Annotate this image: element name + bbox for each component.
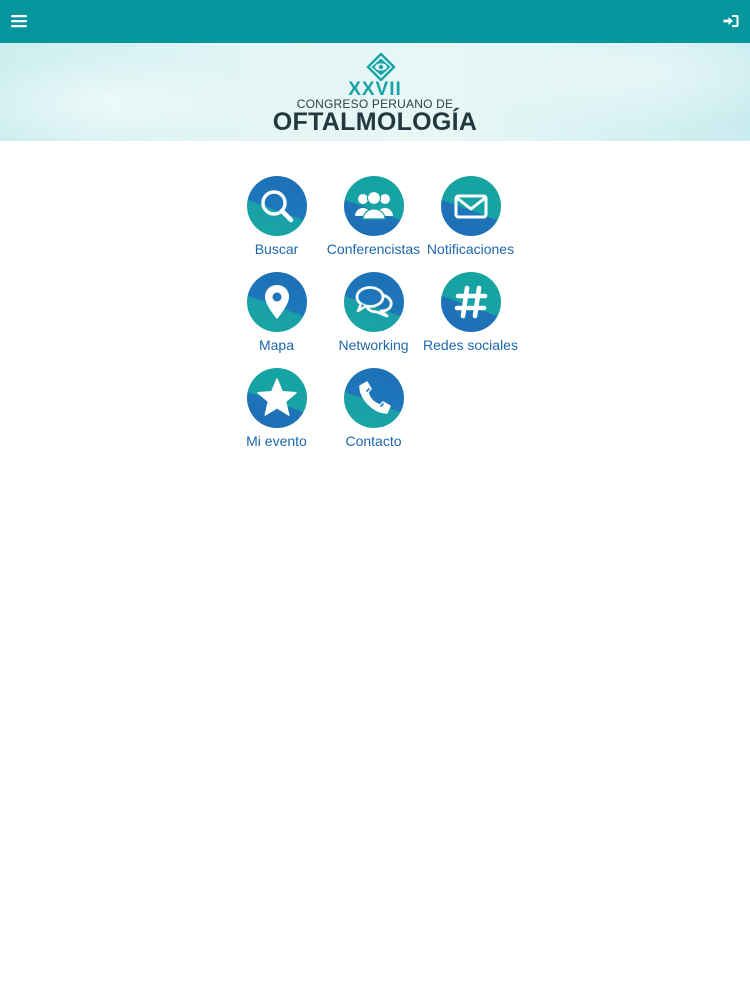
main-menu-grid: Buscar Conferencistas Notificaciones Map…	[228, 176, 523, 464]
menu-item-redes-sociales[interactable]: Redes sociales	[422, 272, 519, 368]
search-icon	[260, 190, 293, 223]
app-header	[0, 0, 750, 43]
menu-item-conferencistas[interactable]: Conferencistas	[325, 176, 422, 272]
buscar-circle	[246, 176, 307, 236]
menu-item-networking[interactable]: Networking	[325, 272, 422, 368]
menu-item-label: Notificaciones	[426, 241, 515, 257]
hamburger-menu-icon	[11, 15, 27, 28]
contacto-circle	[343, 368, 404, 428]
map-pin-icon	[264, 285, 289, 319]
eye-diamond-icon	[366, 53, 396, 81]
menu-item-mapa[interactable]: Mapa	[228, 272, 325, 368]
menu-item-contacto[interactable]: Contacto	[325, 368, 422, 464]
menu-item-buscar[interactable]: Buscar	[228, 176, 325, 272]
sign-in-icon	[723, 15, 739, 27]
conferencistas-circle	[343, 176, 404, 236]
mapa-circle	[246, 272, 307, 332]
login-button[interactable]	[718, 8, 744, 34]
menu-item-label: Conferencistas	[326, 241, 421, 257]
envelope-icon	[454, 194, 487, 219]
menu-item-label: Buscar	[254, 241, 299, 257]
menu-button[interactable]	[6, 8, 32, 34]
people-icon	[354, 190, 393, 220]
menu-item-notificaciones[interactable]: Notificaciones	[422, 176, 519, 272]
redes-sociales-circle	[440, 272, 501, 332]
phone-icon	[358, 381, 391, 414]
menu-item-label: Mi evento	[246, 433, 307, 449]
networking-circle	[343, 272, 404, 332]
menu-item-mi-evento[interactable]: Mi evento	[228, 368, 325, 464]
hashtag-icon	[454, 285, 487, 319]
menu-item-label: Networking	[338, 337, 409, 353]
star-icon	[256, 378, 297, 416]
notificaciones-circle	[440, 176, 501, 236]
mi-evento-circle	[246, 368, 307, 428]
logo-title: OFTALMOLOGÍA	[272, 108, 478, 136]
menu-item-label: Redes sociales	[423, 337, 518, 353]
chat-bubbles-icon	[355, 286, 393, 318]
event-banner: XXVII CONGRESO PERUANO DE OFTALMOLOGÍA	[0, 43, 750, 141]
congress-logo: XXVII CONGRESO PERUANO DE OFTALMOLOGÍA	[0, 43, 750, 141]
menu-item-label: Mapa	[258, 337, 295, 353]
menu-item-label: Contacto	[345, 433, 402, 449]
